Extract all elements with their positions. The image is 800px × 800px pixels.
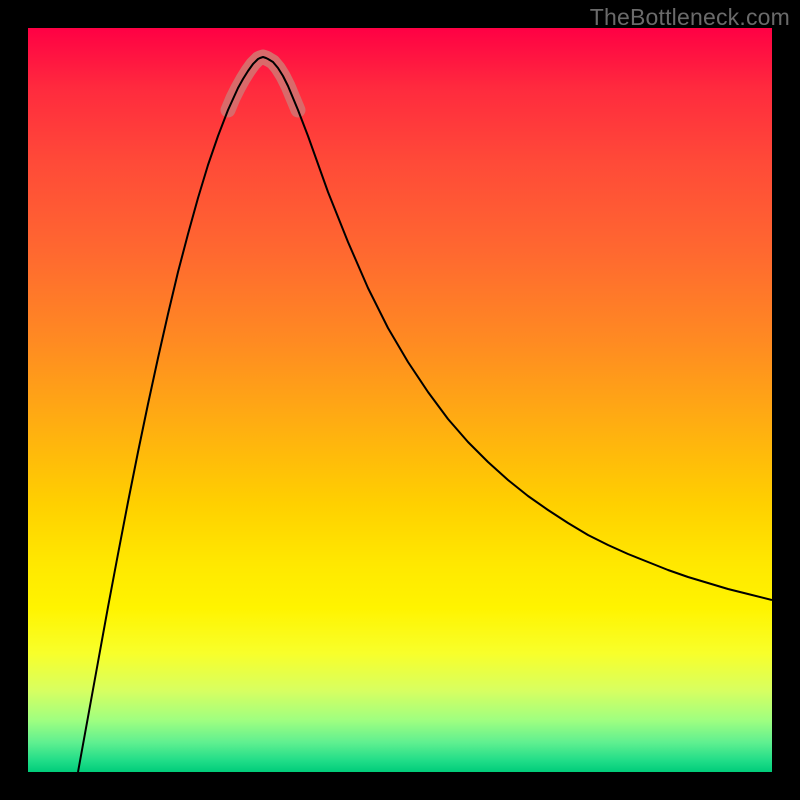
bottleneck-curve [78,57,772,772]
watermark-text: TheBottleneck.com [590,4,790,31]
chart-frame: TheBottleneck.com [0,0,800,800]
plot-area [28,28,772,772]
curve-layer [28,28,772,772]
